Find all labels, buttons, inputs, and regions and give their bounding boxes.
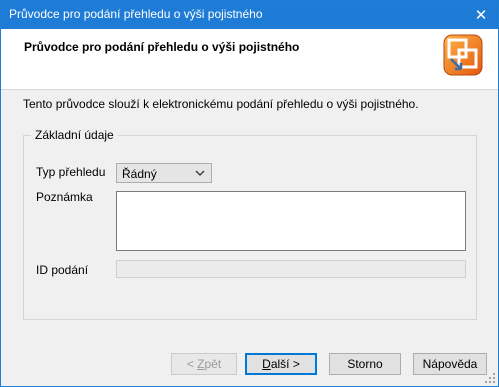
id-podani-label: ID podání <box>36 263 89 277</box>
back-rest: pět <box>204 357 222 371</box>
wizard-logo-icon <box>443 34 483 76</box>
intro-text: Tento průvodce slouží k elektronickému p… <box>23 97 419 111</box>
poznamka-textarea[interactable] <box>116 191 466 251</box>
poznamka-label: Poznámka <box>36 190 93 204</box>
group-legend: Základní údaje <box>31 128 118 142</box>
id-podani-field <box>116 260 466 278</box>
back-accesskey: Z <box>197 357 205 371</box>
cancel-button[interactable]: Storno <box>329 353 401 375</box>
typ-prehledu-select[interactable]: Řádný <box>116 163 212 183</box>
close-icon: ✕ <box>474 7 488 24</box>
resize-grip-icon[interactable] <box>485 373 495 383</box>
wizard-header: Průvodce pro podání přehledu o výši poji… <box>1 29 498 90</box>
help-button[interactable]: Nápověda <box>413 353 487 375</box>
chevron-down-icon <box>195 170 205 176</box>
typ-prehledu-label: Typ přehledu <box>36 165 106 179</box>
title-bar[interactable]: Průvodce pro podání přehledu o výši poji… <box>1 1 498 29</box>
back-prefix: < <box>186 357 198 371</box>
next-accesskey: D <box>262 357 271 371</box>
window-title: Průvodce pro podání přehledu o výši poji… <box>9 7 263 21</box>
wizard-window: Průvodce pro podání přehledu o výši poji… <box>0 0 499 387</box>
back-button[interactable]: < Zpět <box>171 353 237 375</box>
next-rest: alší > <box>270 357 300 371</box>
next-button[interactable]: Další > <box>245 353 317 375</box>
close-button[interactable]: ✕ <box>466 3 496 27</box>
header-title: Průvodce pro podání přehledu o výši poji… <box>24 40 300 54</box>
typ-prehledu-value: Řádný <box>122 167 157 181</box>
